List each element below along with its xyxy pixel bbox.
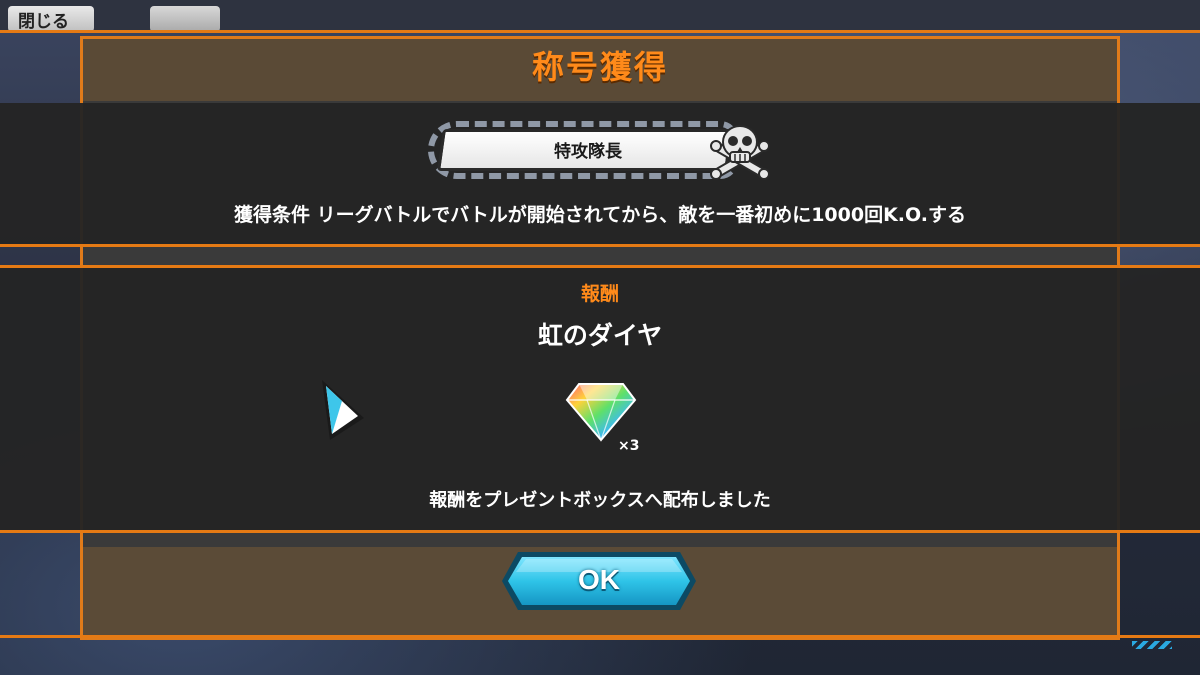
ok-label: OK <box>578 564 620 595</box>
triangle-pointer-icon <box>322 380 364 440</box>
reward-heading: 報酬 <box>580 283 619 305</box>
delivery-message: 報酬をプレゼントボックスへ配布しました <box>429 490 771 511</box>
close-button[interactable]: 閉じる <box>8 6 94 32</box>
frame-line-top <box>0 30 1200 33</box>
acquisition-condition: 獲得条件 リーグバトルでバトルが開始されてから、敵を一番初めに1000回K.O.… <box>234 204 966 226</box>
frame-line-bottom <box>0 635 1200 638</box>
background-menu-button <box>150 6 220 32</box>
reward-quantity: ×3 <box>618 438 640 454</box>
rainbow-diamond-icon <box>565 383 637 442</box>
band-divider-top <box>0 244 1200 247</box>
ok-button[interactable]: OK <box>500 550 698 612</box>
skull-crossbones-icon <box>710 125 770 180</box>
decorative-stripes <box>1132 641 1172 649</box>
reward-name: 虹のダイヤ <box>537 321 663 350</box>
band-divider-bottom <box>0 530 1200 533</box>
dialog-title: 称号獲得 <box>531 48 668 86</box>
badge-title: 特攻隊長 <box>554 142 622 162</box>
